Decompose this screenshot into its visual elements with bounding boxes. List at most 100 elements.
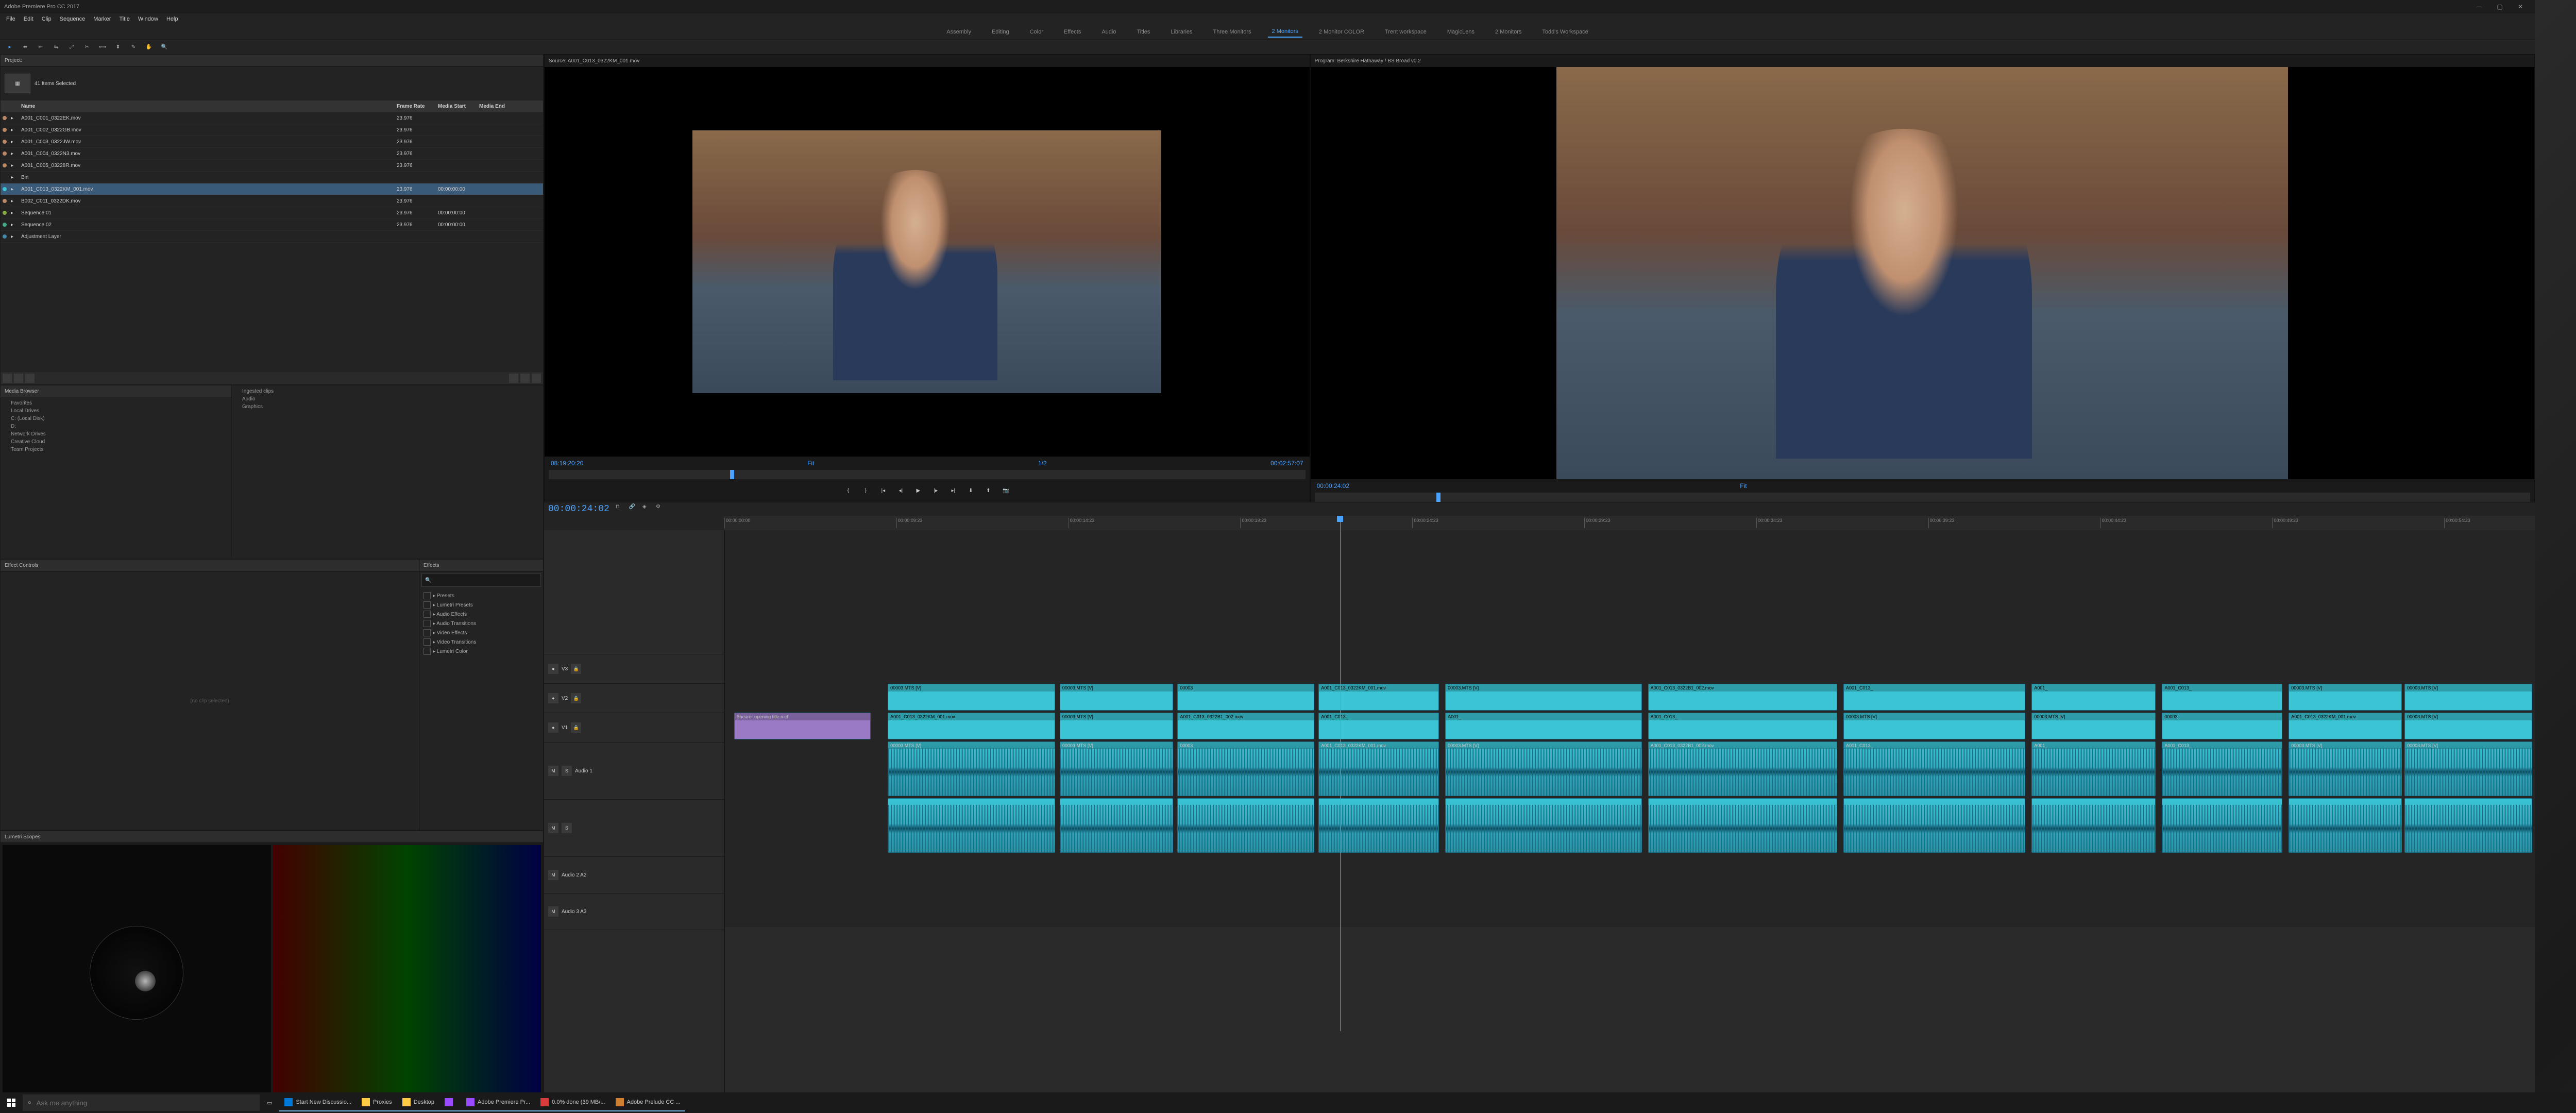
slide-tool[interactable]: ⬍ [112,41,124,53]
effects-search[interactable]: 🔍 [421,574,541,587]
tree-item[interactable]: Creative Cloud [3,438,229,446]
go-to-in-button[interactable]: |◂ [876,484,890,497]
video-clip[interactable]: 00003.MTS [V] [2404,713,2532,739]
audio-clip[interactable] [1843,798,2025,853]
audio-clip[interactable] [1648,798,1837,853]
source-video[interactable] [545,67,1310,457]
timeline-ruler[interactable]: 00:00:00:0000:00:09:2300:00:14:2300:00:1… [724,516,2535,530]
audio-clip[interactable]: 00003.MTS [V] [1445,741,1641,796]
audio-clip[interactable]: 00003.MTS [V] [2404,741,2532,796]
audio-clip[interactable] [1177,798,1314,853]
rate-stretch-tool[interactable]: ⤢ [66,41,77,53]
project-row[interactable]: ▸A001_C004_0322N3.mov23.976 [1,148,543,160]
zoom-tool[interactable]: 🔍 [159,41,170,53]
sequence-timecode[interactable]: 00:00:24:02 [548,504,609,514]
pen-tool[interactable]: ✎ [128,41,139,53]
insert-button[interactable]: ⬇ [964,484,977,497]
start-button[interactable] [2,1094,21,1111]
menu-clip[interactable]: Clip [38,15,56,23]
audio-clip[interactable] [888,798,1055,853]
tree-item[interactable]: Favorites [3,399,229,407]
step-back-button[interactable]: ◂| [894,484,907,497]
source-scrubber[interactable] [549,470,1306,479]
video-clip[interactable]: 00003.MTS [V] [2031,713,2156,739]
go-to-out-button[interactable]: ▸| [946,484,960,497]
video-clip[interactable]: 00003.MTS [V] [888,684,1055,711]
v2-lock[interactable]: 🔒 [571,693,581,703]
mark-out-button[interactable]: } [859,484,872,497]
scopes-tab[interactable]: Lumetri Scopes [5,834,40,840]
v1-lock[interactable]: 🔒 [571,722,581,733]
razor-tool[interactable]: ✂ [81,41,93,53]
a1b-mute[interactable]: M [548,823,558,833]
a1-mute[interactable]: M [548,766,558,776]
project-row[interactable]: ▸B002_C011_0322DK.mov23.976 [1,195,543,207]
menu-edit[interactable]: Edit [20,15,38,23]
v3-toggle[interactable]: ● [548,664,558,674]
track-header-v2[interactable]: ● V2 🔒 [544,684,724,713]
effects-folder[interactable]: ▸ Lumetri Presets [421,600,541,610]
ws-libraries[interactable]: Libraries [1166,27,1196,37]
video-clip[interactable]: A001_C013_0322KM_001.mov [1318,684,1439,711]
video-clip[interactable]: A001_C013_ [1318,713,1439,739]
taskbar-item[interactable]: Adobe Premiere Pr... [461,1094,535,1111]
play-button[interactable]: ▶ [911,484,925,497]
effects-folder[interactable]: ▸ Video Transitions [421,637,541,647]
audio-clip[interactable]: 00003.MTS [V] [2289,741,2402,796]
video-clip[interactable]: 00003.MTS [V] [1843,713,2025,739]
minimize-button[interactable]: ─ [2469,3,2489,10]
freeform-view-icon[interactable] [25,374,35,383]
taskbar-item[interactable]: Adobe Prelude CC ... [611,1094,686,1111]
ws-todd[interactable]: Todd's Workspace [1538,27,1592,37]
track-select-tool[interactable]: ⬌ [20,41,31,53]
track-header-a3[interactable]: M Audio 3 A3 [544,893,724,930]
audio-clip[interactable] [1445,798,1641,853]
v1-toggle[interactable]: ● [548,722,558,733]
video-clip[interactable]: A001_C013_0322B1_002.mov [1648,684,1837,711]
taskbar-item[interactable]: Start New Discussio... [279,1094,357,1111]
menu-marker[interactable]: Marker [89,15,115,23]
video-clip[interactable]: 00003 [1177,684,1314,711]
video-clip[interactable]: A001_C013_0322B1_002.mov [1177,713,1314,739]
effects-folder[interactable]: ▸ Audio Transitions [421,619,541,628]
list-item[interactable]: Graphics [234,403,541,411]
project-row[interactable]: ▸A001_C001_0322EK.mov23.976 [1,112,543,124]
a1b-solo[interactable]: S [562,823,572,833]
audio-clip[interactable]: 00003.MTS [V] [1060,741,1173,796]
linked-sel-toggle[interactable]: 🔗 [629,504,639,514]
slip-tool[interactable]: ⟷ [97,41,108,53]
ws-2mon-color[interactable]: 2 Monitor COLOR [1315,27,1368,37]
source-tc-left[interactable]: 08:19:20:20 [551,460,583,467]
video-clip[interactable]: A001_C013_0322KM_001.mov [888,713,1055,739]
track-header-a1[interactable]: M S Audio 1 [544,743,724,800]
tree-item[interactable]: Network Drives [3,430,229,438]
list-view-icon[interactable] [3,374,12,383]
menu-help[interactable]: Help [162,15,182,23]
menu-file[interactable]: File [2,15,20,23]
track-header-v3[interactable]: ● V3 🔒 [544,654,724,684]
new-item-icon[interactable] [520,374,530,383]
a1-solo[interactable]: S [562,766,572,776]
col-fps[interactable]: Frame Rate [397,104,438,109]
project-row[interactable]: ▸Bin [1,172,543,183]
project-tab[interactable]: Project: [5,58,22,63]
project-row[interactable]: ▸A001_C013_0322KM_001.mov23.97600:00:00:… [1,183,543,195]
timeline-playhead[interactable] [1340,516,1341,1031]
export-frame-button[interactable]: 📷 [999,484,1012,497]
track-header-a1b[interactable]: M S [544,800,724,857]
v3-lock[interactable]: 🔒 [571,664,581,674]
menu-window[interactable]: Window [134,15,162,23]
effects-search-input[interactable] [431,577,537,584]
audio-clip[interactable]: A001_C013_ [1843,741,2025,796]
video-clip[interactable]: A001_C013_ [2162,684,2282,711]
audio-clip[interactable]: 00003 [1177,741,1314,796]
taskbar-item[interactable]: Proxies [357,1094,397,1111]
video-clip[interactable]: 00003 [2162,713,2282,739]
close-button[interactable]: ✕ [2510,3,2531,10]
ws-audio[interactable]: Audio [1097,27,1120,37]
audio-clip[interactable] [1318,798,1439,853]
video-clip[interactable]: A001_ [1445,713,1641,739]
taskbar-search[interactable]: ○ [23,1094,260,1111]
effects-folder[interactable]: ▸ Presets [421,591,541,600]
video-clip[interactable]: 00003.MTS [V] [2404,684,2532,711]
